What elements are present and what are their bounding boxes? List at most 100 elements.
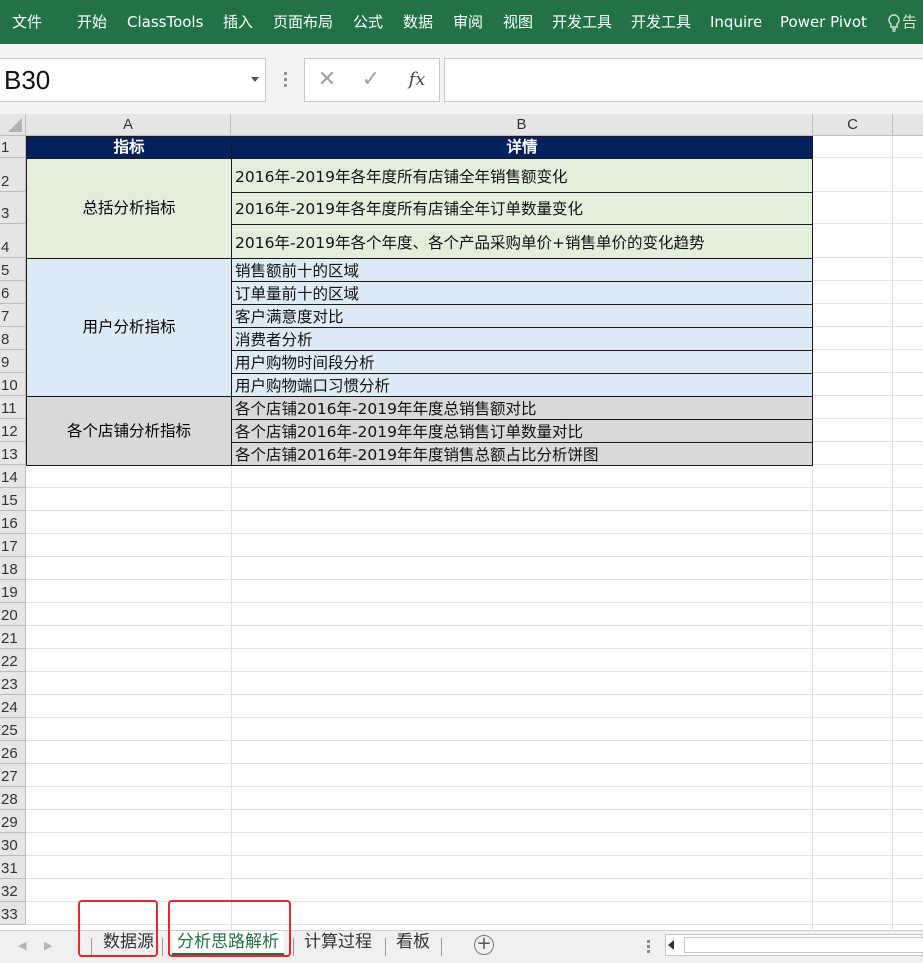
row-header[interactable]: 28 <box>0 787 26 810</box>
gridline <box>26 832 923 833</box>
column-header-a[interactable]: A <box>26 114 231 136</box>
tab-separator <box>162 938 163 956</box>
row-header[interactable]: 31 <box>0 856 26 879</box>
detail-cell[interactable]: 2016年-2019年各年度所有店铺全年订单数量变化 <box>231 192 813 225</box>
ribbon-tab-page-layout[interactable]: 页面布局 <box>273 0 333 44</box>
row-header[interactable]: 24 <box>0 695 26 718</box>
row-header[interactable]: 9 <box>0 350 26 373</box>
formula-bar-resize-handle[interactable] <box>284 72 288 88</box>
row-header[interactable]: 22 <box>0 649 26 672</box>
add-sheet-icon[interactable]: + <box>474 935 494 955</box>
worksheet-grid[interactable]: A B C 1 2 3 4 5 6 7 8 9 10 11 12 13 14 15 16 17 18 19 20 21 2… <box>0 114 923 930</box>
detail-cell[interactable]: 用户购物端口习惯分析 <box>231 373 813 397</box>
enter-icon[interactable]: ✓ <box>351 59 391 101</box>
ribbon-tab-home[interactable]: 开始 <box>77 0 107 44</box>
row-header[interactable]: 14 <box>0 465 26 488</box>
header-cell-indicator[interactable]: 指标 <box>26 136 232 159</box>
ribbon-tab-developer[interactable]: 开发工具 <box>552 0 612 44</box>
tab-separator <box>293 938 294 956</box>
ribbon-tab-data[interactable]: 数据 <box>403 0 433 44</box>
column-header-c[interactable]: C <box>813 114 893 136</box>
chevron-down-icon[interactable] <box>251 77 259 82</box>
sheet-tab-calculation[interactable]: 计算过程 <box>304 931 372 955</box>
gridline <box>26 924 923 925</box>
row-header[interactable]: 6 <box>0 281 26 304</box>
group-cell-user[interactable]: 用户分析指标 <box>26 258 232 397</box>
ribbon-tab-developer-2[interactable]: 开发工具 <box>631 0 691 44</box>
ribbon-tab-classtools[interactable]: ClassTools <box>127 0 203 44</box>
detail-cell[interactable]: 销售额前十的区域 <box>231 258 813 282</box>
tab-split-handle[interactable] <box>647 940 651 954</box>
row-header[interactable]: 2 <box>0 158 26 192</box>
formula-input[interactable] <box>444 58 923 102</box>
detail-cell[interactable]: 各个店铺2016年-2019年年度销售总额占比分析饼图 <box>231 442 813 466</box>
row-header[interactable]: 3 <box>0 192 26 224</box>
scroll-right-icon[interactable]: ▶ <box>44 939 52 952</box>
gridline <box>26 786 923 787</box>
row-header[interactable]: 19 <box>0 580 26 603</box>
tell-me-search[interactable]: 告 <box>888 0 917 44</box>
scroll-left-icon[interactable]: ◀ <box>18 939 26 952</box>
gridline <box>26 763 923 764</box>
detail-cell[interactable]: 消费者分析 <box>231 327 813 351</box>
row-header[interactable]: 20 <box>0 603 26 626</box>
detail-cell[interactable]: 各个店铺2016年-2019年年度总销售额对比 <box>231 396 813 420</box>
row-header[interactable]: 18 <box>0 557 26 580</box>
ribbon-tab-insert[interactable]: 插入 <box>223 0 253 44</box>
lightbulb-icon <box>888 13 900 32</box>
ribbon-tab-inquire[interactable]: Inquire <box>710 0 762 44</box>
row-header[interactable]: 23 <box>0 672 26 695</box>
select-all-icon[interactable] <box>0 114 26 136</box>
row-header[interactable]: 25 <box>0 718 26 741</box>
detail-cell[interactable]: 2016年-2019年各年度所有店铺全年销售额变化 <box>231 158 813 193</box>
row-header[interactable]: 7 <box>0 304 26 327</box>
group-cell-store[interactable]: 各个店铺分析指标 <box>26 396 232 466</box>
sheet-tab-dashboard[interactable]: 看板 <box>396 931 430 955</box>
ribbon-tab-review[interactable]: 审阅 <box>453 0 483 44</box>
ribbon-tab-formulas[interactable]: 公式 <box>353 0 383 44</box>
scroll-left-arrow-icon[interactable] <box>668 940 674 950</box>
cancel-icon[interactable]: ✕ <box>307 59 347 101</box>
row-header[interactable]: 4 <box>0 224 26 258</box>
row-header[interactable]: 21 <box>0 626 26 649</box>
horizontal-scrollbar[interactable] <box>665 934 923 956</box>
ribbon-tab-power-pivot[interactable]: Power Pivot <box>780 0 867 44</box>
row-header[interactable]: 5 <box>0 258 26 281</box>
ribbon-tab-file[interactable]: 文件 <box>12 0 42 44</box>
column-header-b[interactable]: B <box>231 114 813 136</box>
ribbon-tab-view[interactable]: 视图 <box>503 0 533 44</box>
detail-cell[interactable]: 2016年-2019年各个年度、各个产品采购单价+销售单价的变化趋势 <box>231 224 813 259</box>
row-header[interactable]: 10 <box>0 373 26 396</box>
row-header[interactable]: 13 <box>0 442 26 465</box>
row-header[interactable]: 30 <box>0 833 26 856</box>
row-header[interactable]: 33 <box>0 902 26 925</box>
detail-cell[interactable]: 订单量前十的区域 <box>231 281 813 305</box>
detail-cell[interactable]: 用户购物时间段分析 <box>231 350 813 374</box>
name-box[interactable]: B30 <box>0 58 266 102</box>
function-icon[interactable]: fx <box>397 59 437 101</box>
tab-separator <box>441 938 442 956</box>
row-header[interactable]: 17 <box>0 534 26 557</box>
row-header[interactable]: 15 <box>0 488 26 511</box>
row-header[interactable]: 8 <box>0 327 26 350</box>
row-header[interactable]: 1 <box>0 136 26 158</box>
group-cell-overall[interactable]: 总括分析指标 <box>26 158 232 259</box>
tab-separator <box>385 938 386 956</box>
tell-me-label: 告 <box>902 13 918 31</box>
detail-cell[interactable]: 各个店铺2016年-2019年年度总销售订单数量对比 <box>231 419 813 443</box>
gridline <box>26 533 923 534</box>
detail-cell[interactable]: 客户满意度对比 <box>231 304 813 328</box>
header-cell-detail[interactable]: 详情 <box>231 136 813 159</box>
row-header[interactable]: 12 <box>0 419 26 442</box>
row-header[interactable]: 27 <box>0 764 26 787</box>
scrollbar-thumb[interactable] <box>684 937 923 953</box>
column-header-d[interactable] <box>893 114 923 136</box>
row-header[interactable]: 11 <box>0 396 26 419</box>
row-header[interactable]: 32 <box>0 879 26 902</box>
gridline <box>26 901 923 902</box>
gridline <box>26 510 923 511</box>
gridline <box>26 648 923 649</box>
row-header[interactable]: 29 <box>0 810 26 833</box>
row-header[interactable]: 16 <box>0 511 26 534</box>
row-header[interactable]: 26 <box>0 741 26 764</box>
